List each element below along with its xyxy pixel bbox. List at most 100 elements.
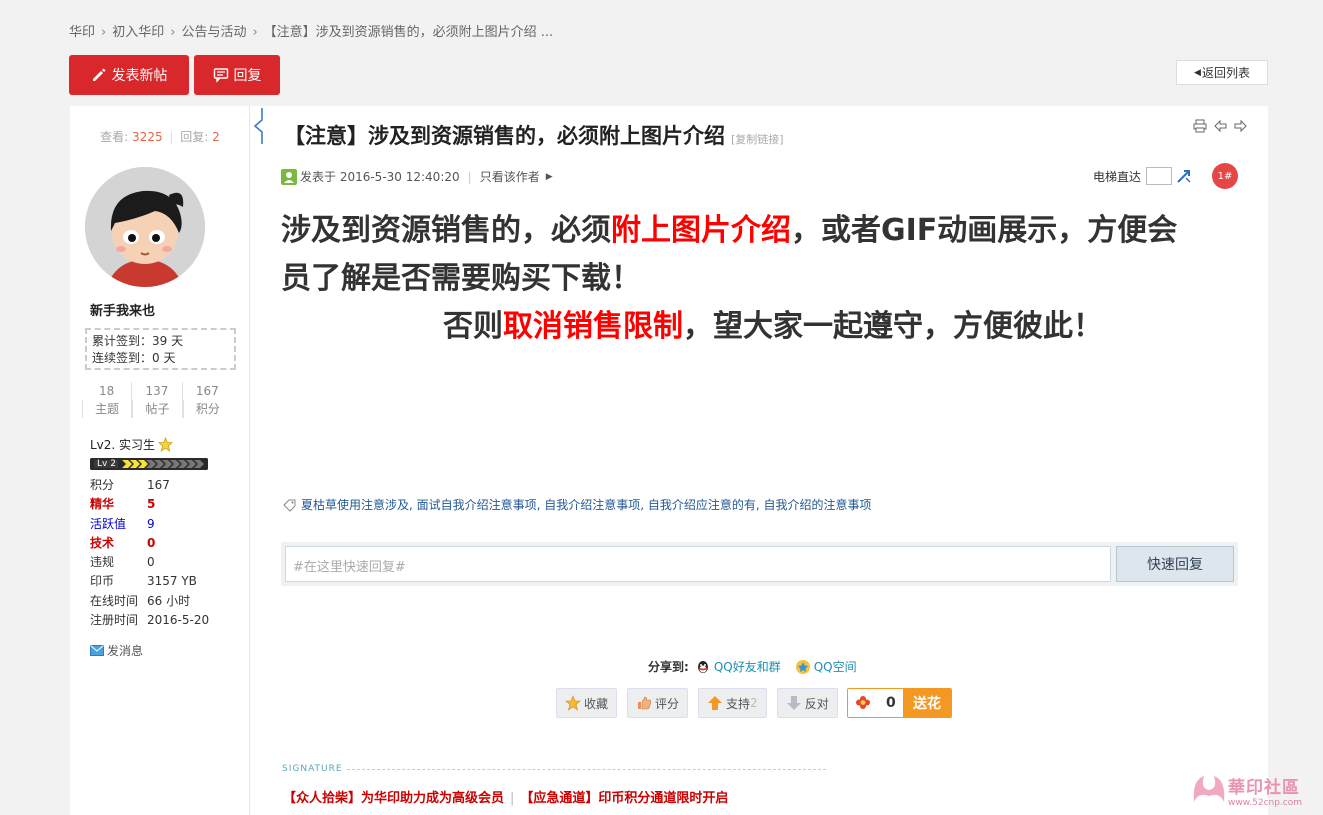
only-author-link[interactable]: 只看该作者 bbox=[480, 168, 540, 185]
rate-label: 评分 bbox=[655, 696, 680, 711]
author-name[interactable]: 新手我来也 bbox=[90, 300, 155, 319]
post-pointer-icon bbox=[253, 108, 263, 144]
floor-number: 1# bbox=[1212, 163, 1238, 189]
replies-count: 2 bbox=[212, 130, 220, 144]
profile-value: 167 bbox=[147, 478, 170, 492]
profile-row: 印币 3157 YB bbox=[90, 572, 209, 591]
content-text: ，望大家一起遵守，方便彼此！ bbox=[683, 309, 1103, 344]
quick-reply-button[interactable]: 快速回复 bbox=[1116, 546, 1234, 582]
reply-button[interactable]: 回复 bbox=[194, 55, 280, 95]
rate-button[interactable]: 评分 bbox=[627, 688, 689, 718]
envelope-icon bbox=[90, 645, 104, 656]
signature-label: SIGNATURE bbox=[282, 764, 343, 774]
sign-total: 累计签到：39 天 bbox=[92, 334, 184, 348]
author-counts: 18 主题 137 帖子 167 积分 bbox=[82, 382, 232, 418]
topics-value: 18 bbox=[99, 384, 115, 398]
profile-row: 活跃值 9 bbox=[90, 515, 209, 534]
send-flower-button[interactable]: 0 送花 bbox=[847, 688, 952, 718]
breadcrumb-section[interactable]: 初入华印 bbox=[112, 21, 164, 40]
flower-counter: 0 bbox=[848, 689, 903, 717]
posted-time: 发表于 2016-5-30 12:40:20 bbox=[300, 170, 460, 184]
profile-value: 66 小时 bbox=[147, 593, 191, 608]
signature-links: 【众人拾柴】为华印助力成为高级会员 | 【应急通道】印币积分通道限时开启 bbox=[283, 787, 728, 806]
caret-right-icon: ▶ bbox=[545, 171, 553, 182]
avatar[interactable] bbox=[85, 167, 205, 287]
arrow-up-icon bbox=[708, 696, 723, 710]
profile-key: 技术 bbox=[90, 535, 115, 550]
caret-left-icon: ◀ bbox=[1194, 67, 1201, 78]
post-actions: 收藏 评分 支持 2 反对 bbox=[556, 688, 838, 718]
support-button[interactable]: 支持 2 bbox=[698, 688, 767, 718]
watermark-url: www.52cnp.com bbox=[1228, 797, 1303, 808]
signature-dots bbox=[346, 768, 826, 770]
post-title: 【注意】涉及到资源销售的，必须附上图片介绍 [复制链接] bbox=[284, 120, 784, 150]
new-post-button[interactable]: 发表新帖 bbox=[69, 55, 189, 95]
profile-key: 在线时间 bbox=[90, 593, 139, 608]
flower-count: 0 bbox=[885, 695, 896, 711]
quick-reply-input[interactable]: #在这里快速回复# bbox=[285, 546, 1111, 582]
level-label: Lv2. 实习生 bbox=[90, 438, 156, 452]
content-line: 否则取消销售限制，望大家一起遵守，方便彼此！ bbox=[281, 303, 1241, 351]
content-text: ，或者GIF动画展示，方便会 bbox=[791, 213, 1178, 248]
signature-link-points[interactable]: 【应急通道】印币积分通道限时开启 bbox=[520, 791, 728, 806]
share-label: 分享到: bbox=[648, 660, 689, 674]
copy-link[interactable]: [复制链接] bbox=[731, 133, 784, 146]
tag-list[interactable]: 夏枯草使用注意涉及, 面试自我介绍注意事项, 自我介绍注意事项, 自我介绍应注意… bbox=[301, 496, 872, 513]
topics-label: 主题 bbox=[82, 400, 131, 418]
content-line: 员了解是否需要购买下载！ bbox=[281, 261, 641, 296]
breadcrumb-current[interactable]: 【注意】涉及到资源销售的，必须附上图片介绍 ... bbox=[264, 21, 554, 40]
content-text: 否则 bbox=[443, 309, 503, 344]
post-tools bbox=[1193, 119, 1247, 133]
support-count: 2 bbox=[750, 696, 758, 710]
profile-key: 积分 bbox=[90, 478, 115, 492]
elevator-label: 电梯直达 bbox=[1093, 169, 1142, 184]
send-flower-label: 送花 bbox=[903, 689, 951, 717]
profile-value: 0 bbox=[147, 555, 155, 570]
posts-value: 137 bbox=[145, 384, 169, 398]
pencil-icon bbox=[92, 68, 105, 81]
post-meta: 发表于 2016-5-30 12:40:20 | 只看该作者 ▶ bbox=[281, 168, 553, 185]
post-title-text: 【注意】涉及到资源销售的，必须附上图片介绍 bbox=[284, 124, 725, 148]
favorite-label: 收藏 bbox=[584, 696, 609, 711]
profile-key: 精华 bbox=[90, 497, 115, 512]
user-level: Lv2. 实习生 bbox=[90, 436, 174, 453]
oppose-button[interactable]: 反对 bbox=[776, 688, 838, 718]
post-content: 涉及到资源销售的，必须附上图片介绍，或者GIF动画展示，方便会 员了解是否需要购… bbox=[281, 207, 1241, 351]
level-progress-bar: Lv 2 bbox=[90, 458, 208, 470]
print-icon[interactable] bbox=[1193, 119, 1207, 133]
signature-link-upgrade[interactable]: 【众人拾柴】为华印助力成为高级会员 bbox=[283, 791, 504, 806]
share-bar: 分享到: QQ好友和群 QQ空间 bbox=[648, 658, 857, 675]
profile-row: 积分 167 bbox=[90, 476, 209, 495]
next-thread-icon[interactable] bbox=[1234, 119, 1247, 133]
breadcrumb-separator: › bbox=[252, 25, 258, 40]
send-message-link[interactable]: 发消息 bbox=[90, 642, 143, 659]
profile-key: 违规 bbox=[90, 555, 115, 570]
site-logo-icon bbox=[1193, 776, 1225, 802]
profile-value: 3157 YB bbox=[147, 574, 197, 589]
qq-icon bbox=[697, 660, 708, 673]
meta-divider: | bbox=[467, 169, 472, 184]
back-to-list-button[interactable]: ◀ 返回列表 bbox=[1176, 60, 1268, 85]
jump-arrow-icon[interactable] bbox=[1176, 168, 1192, 184]
sign-streak: 连续签到：0 天 bbox=[92, 351, 176, 365]
breadcrumb-forum[interactable]: 公告与活动 bbox=[181, 21, 246, 40]
favorite-button[interactable]: 收藏 bbox=[556, 688, 618, 718]
floor-jump-input[interactable] bbox=[1146, 167, 1173, 185]
support-label: 支持 bbox=[726, 696, 751, 711]
posts-count[interactable]: 137 帖子 bbox=[131, 382, 181, 418]
share-qq-friends[interactable]: QQ好友和群 bbox=[714, 658, 781, 675]
profile-value: 0 bbox=[147, 535, 156, 550]
breadcrumb-separator: › bbox=[101, 25, 107, 40]
previous-thread-icon[interactable] bbox=[1214, 119, 1227, 133]
breadcrumb-home[interactable]: 华印 bbox=[69, 21, 95, 40]
topics-count[interactable]: 18 主题 bbox=[82, 382, 131, 418]
thumbs-up-icon bbox=[638, 696, 651, 710]
star-icon bbox=[565, 695, 581, 711]
stats-divider: | bbox=[169, 130, 174, 144]
tag-icon bbox=[283, 499, 296, 512]
share-qq-zone[interactable]: QQ空间 bbox=[814, 658, 857, 675]
points-label: 积分 bbox=[182, 400, 232, 418]
profile-key: 印币 bbox=[90, 574, 115, 589]
sign-in-stats: 累计签到：39 天 连续签到：0 天 bbox=[85, 328, 236, 370]
points-count[interactable]: 167 积分 bbox=[181, 382, 232, 418]
